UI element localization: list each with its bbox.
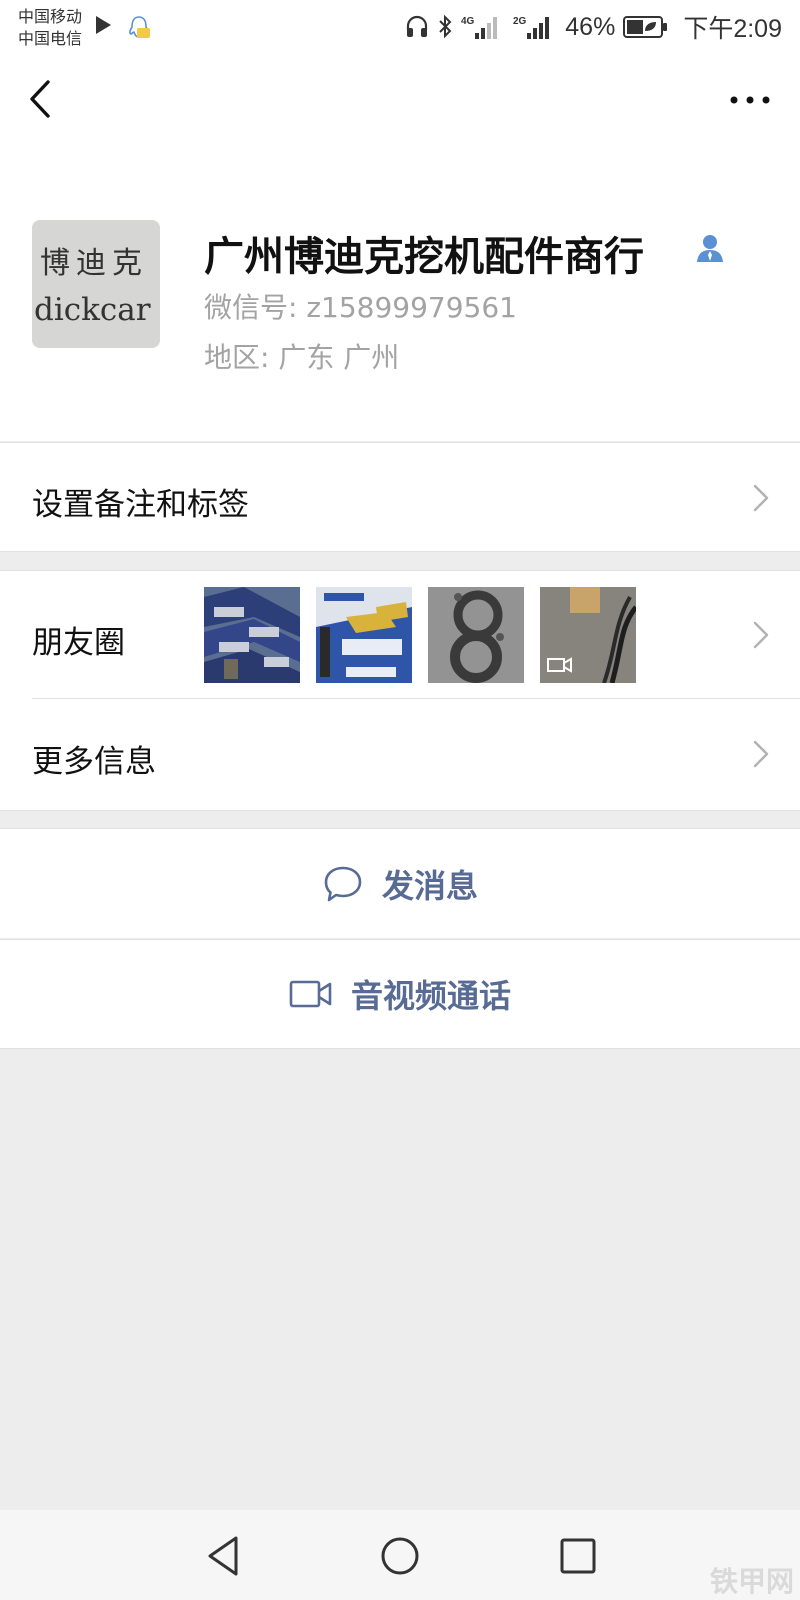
svg-text:4G: 4G (461, 16, 475, 27)
avatar-text-en: dickcar (34, 292, 151, 328)
signal-2g-icon: 2G (513, 16, 550, 39)
video-call-button[interactable]: 音视频通话 (0, 939, 800, 1049)
region: 地区: 广东 广州 (204, 341, 400, 374)
carrier-1: 中国移动 (18, 7, 83, 26)
status-bar: 中国移动 中国电信 4G 2G 46% 下午2:09 (0, 0, 800, 56)
system-nav-bar (0, 1510, 800, 1600)
divider (32, 698, 800, 699)
qq-notification-icon (129, 16, 150, 38)
moment-video-4[interactable] (540, 587, 636, 683)
avatar[interactable]: 博迪克 dickcar (32, 220, 160, 348)
moments-thumbnails (204, 587, 636, 683)
avatar-text-cn: 博迪克 (40, 246, 148, 281)
chevron-right-icon (753, 740, 769, 768)
moments-row[interactable]: 朋友圈 (0, 570, 800, 698)
moment-photo-1[interactable] (204, 587, 300, 683)
battery-icon (623, 16, 668, 38)
nav-bar (0, 56, 800, 146)
wechat-id: 微信号: z15899979561 (204, 291, 517, 324)
watermark: 铁甲网 (709, 1565, 794, 1598)
back-arrow-icon[interactable] (22, 76, 62, 122)
moment-photo-2[interactable] (316, 587, 412, 683)
more-info-row[interactable]: 更多信息 (0, 698, 800, 811)
nav-home-icon[interactable] (376, 1532, 424, 1580)
svg-text:2G: 2G (513, 16, 527, 27)
nav-back-icon[interactable] (200, 1532, 248, 1580)
enterprise-contact-icon (697, 235, 723, 262)
status-icons: 4G 2G 46% 下午2:09 (405, 10, 782, 44)
video-call-label: 音视频通话 (350, 977, 511, 1015)
contact-name: 广州博迪克挖机配件商行 (204, 234, 644, 280)
nav-recents-icon[interactable] (554, 1532, 602, 1580)
video-camera-icon (289, 980, 332, 1008)
media-play-icon (96, 16, 111, 34)
clock: 下午2:09 (683, 15, 782, 43)
carrier-labels: 中国移动 中国电信 (18, 6, 82, 50)
profile-header: 博迪克 dickcar 广州博迪克挖机配件商行 微信号: z1589997956… (0, 146, 800, 441)
bluetooth-icon (439, 14, 452, 39)
carrier-2: 中国电信 (18, 29, 83, 48)
signal-4g-icon: 4G (461, 16, 498, 39)
moment-photo-3[interactable] (428, 587, 524, 683)
chevron-right-icon (753, 484, 769, 512)
more-options-icon[interactable] (728, 86, 772, 114)
chevron-right-icon (753, 621, 769, 649)
send-message-label: 发消息 (381, 866, 478, 905)
battery-percent: 46% (565, 12, 616, 41)
set-remark-label: 设置备注和标签 (32, 487, 249, 523)
moments-label: 朋友圈 (32, 625, 125, 661)
set-remark-row[interactable]: 设置备注和标签 (0, 442, 800, 552)
send-message-button[interactable]: 发消息 (0, 828, 800, 938)
headphones-icon (407, 15, 428, 37)
more-info-label: 更多信息 (32, 744, 156, 780)
chat-bubble-icon (324, 866, 362, 901)
